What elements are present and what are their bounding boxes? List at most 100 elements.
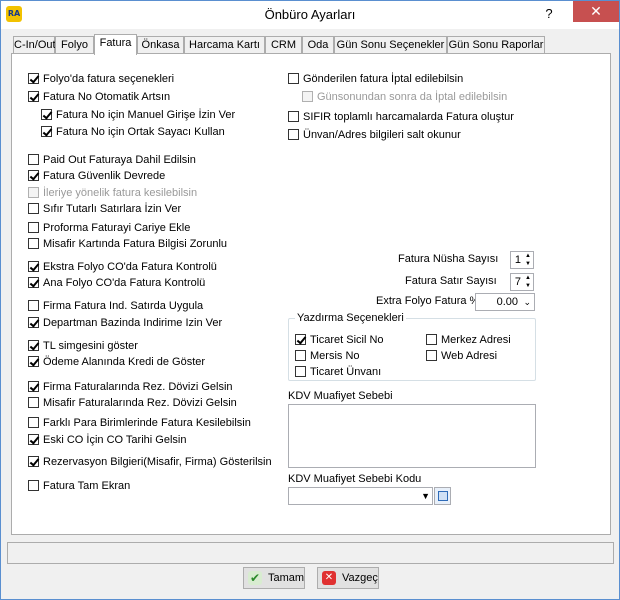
checkbox-box[interactable]: [28, 417, 39, 428]
checkbox-eski-co-tarihi[interactable]: Eski CO İçin CO Tarihi Gelsin: [28, 434, 186, 448]
checkbox-box[interactable]: [28, 154, 39, 165]
satir-spinner[interactable]: 7 ▲ ▼: [510, 273, 534, 291]
checkbox-label: Fatura Tam Ekran: [43, 480, 131, 492]
checkbox-label: Mersis No: [310, 350, 360, 362]
status-bar: [7, 542, 614, 564]
checkbox-misafir-karti-zorunlu[interactable]: Misafir Kartında Fatura Bilgisi Zorunlu: [28, 238, 227, 252]
checkbox-box[interactable]: [41, 109, 52, 120]
checkbox-box[interactable]: [28, 222, 39, 233]
checkbox-gunsonu-iptal: Günsonundan sonra da İptal edilebilsin: [302, 91, 507, 105]
checkbox-box[interactable]: [295, 334, 306, 345]
checkbox-manuel-giris[interactable]: Fatura No için Manuel Girişe İzin Ver: [41, 109, 235, 123]
checkbox-box[interactable]: [28, 317, 39, 328]
checkbox-box[interactable]: [28, 261, 39, 272]
close-button[interactable]: ✕: [573, 1, 619, 22]
extra-folyo-select[interactable]: 0.00 ⌄: [475, 293, 535, 311]
spin-up-icon[interactable]: ▲: [523, 274, 533, 282]
checkbox-box[interactable]: [426, 350, 437, 361]
checkbox-ana-folyo-co[interactable]: Ana Folyo CO'da Fatura Kontrolü: [28, 277, 205, 291]
tab-fatura[interactable]: Fatura: [94, 34, 137, 55]
checkbox-sifir-tutarli[interactable]: Sıfır Tutarlı Satırlara İzin Ver: [28, 203, 181, 217]
checkbox-box[interactable]: [28, 397, 39, 408]
checkbox-ticaret-sicil[interactable]: Ticaret Sicil No: [295, 334, 384, 348]
checkbox-box[interactable]: [28, 91, 39, 102]
checkbox-firma-fatura-ind[interactable]: Firma Fatura Ind. Satırda Uygula: [28, 300, 203, 314]
nusha-value: 1: [514, 254, 521, 266]
checkbox-fatura-guvenlik[interactable]: Fatura Güvenlik Devrede: [28, 170, 165, 184]
kdv-reason-textarea[interactable]: [288, 404, 536, 468]
checkbox-box[interactable]: [295, 350, 306, 361]
checkbox-unvan-salt-okunur[interactable]: Ünvan/Adres bilgileri salt okunur: [288, 129, 461, 143]
checkbox-box[interactable]: [28, 340, 39, 351]
checkbox-box[interactable]: [28, 277, 39, 288]
checkbox-box[interactable]: [28, 73, 39, 84]
checkbox-label: Günsonundan sonra da İptal edilebilsin: [317, 91, 508, 103]
checkbox-tl-simgesi[interactable]: TL simgesini göster: [28, 340, 138, 354]
checkbox-departman-indirim[interactable]: Departman Bazinda Indirime Izin Ver: [28, 317, 222, 331]
checkbox-box[interactable]: [288, 111, 299, 122]
ok-button[interactable]: ✔ Tamam: [243, 567, 305, 589]
checkbox-fatura-no-otomatik[interactable]: Fatura No Otomatik Artsın: [28, 91, 170, 105]
tab-gun-sonu-secenekler[interactable]: Gün Sonu Seçenekler: [334, 36, 447, 54]
checkbox-label: Ticaret Ünvanı: [310, 366, 382, 378]
lookup-button[interactable]: [434, 487, 451, 505]
checkbox-label: Web Adresi: [441, 350, 498, 362]
checkbox-box[interactable]: [41, 126, 52, 137]
checkbox-box[interactable]: [288, 129, 299, 140]
checkbox-proforma[interactable]: Proforma Faturayi Cariye Ekle: [28, 222, 190, 236]
tab-harcama-karti[interactable]: Harcama Kartı: [184, 36, 265, 54]
checkbox-rezervasyon-bilgileri[interactable]: Rezervasyon Bilgieri(Misafir, Firma) Gös…: [28, 456, 272, 470]
checkbox-label: Fatura No için Ortak Sayacı Kullan: [56, 126, 225, 138]
checkbox-ortak-sayac[interactable]: Fatura No için Ortak Sayacı Kullan: [41, 126, 225, 140]
tab-onkasa[interactable]: Önkasa: [137, 36, 184, 54]
tab-oda[interactable]: Oda: [302, 36, 334, 54]
checkbox-fatura-tam-ekran[interactable]: Fatura Tam Ekran: [28, 480, 130, 494]
checkbox-gonderilen-iptal[interactable]: Gönderilen fatura İptal edilebilsin: [288, 73, 463, 87]
tab-c-in-out[interactable]: C-In/Out: [13, 36, 56, 54]
checkbox-ticaret-unvani[interactable]: Ticaret Ünvanı: [295, 366, 381, 380]
checkbox-paid-out[interactable]: Paid Out Faturaya Dahil Edilsin: [28, 154, 196, 168]
checkbox-web-adresi[interactable]: Web Adresi: [426, 350, 497, 364]
settings-window: RA Önbüro Ayarları ? ✕ C-In/Out Folyo Fa…: [0, 0, 620, 600]
checkbox-box[interactable]: [28, 238, 39, 249]
checkbox-merkez-adresi[interactable]: Merkez Adresi: [426, 334, 511, 348]
chevron-down-icon[interactable]: ⌄: [523, 294, 531, 310]
cancel-button[interactable]: ✕ Vazgeç: [317, 567, 379, 589]
tab-folyo[interactable]: Folyo: [55, 36, 94, 54]
checkbox-mersis[interactable]: Mersis No: [295, 350, 360, 364]
chevron-down-icon[interactable]: ▼: [421, 488, 430, 504]
spin-down-icon[interactable]: ▼: [523, 260, 533, 268]
checkbox-farkli-para-birimi[interactable]: Farklı Para Birimlerinde Fatura Kesilebi…: [28, 417, 251, 431]
nusha-spinner[interactable]: 1 ▲ ▼: [510, 251, 534, 269]
checkbox-box[interactable]: [28, 480, 39, 491]
checkbox-box[interactable]: [28, 434, 39, 445]
lookup-icon: [438, 491, 448, 501]
checkbox-box[interactable]: [28, 456, 39, 467]
checkbox-folyo-fatura-secenekleri[interactable]: Folyo'da fatura seçenekleri: [28, 73, 174, 87]
checkbox-box[interactable]: [295, 366, 306, 377]
checkbox-label: Fatura No Otomatik Artsın: [43, 91, 171, 103]
kdv-code-select[interactable]: ▼: [288, 487, 433, 505]
checkbox-firma-rez-doviz[interactable]: Firma Faturalarında Rez. Dövizi Gelsin: [28, 381, 233, 395]
checkbox-ekstra-folyo-co[interactable]: Ekstra Folyo CO'da Fatura Kontrolü: [28, 261, 217, 275]
checkbox-box: [302, 91, 313, 102]
checkbox-label: Fatura Güvenlik Devrede: [43, 170, 166, 182]
checkbox-label: Ticaret Sicil No: [310, 334, 384, 346]
checkbox-box[interactable]: [28, 170, 39, 181]
tab-gun-sonu-raporlar[interactable]: Gün Sonu Raporlar: [447, 36, 545, 54]
checkbox-box[interactable]: [28, 203, 39, 214]
spin-up-icon[interactable]: ▲: [523, 252, 533, 260]
checkbox-odeme-kredi[interactable]: Ödeme Alanında Kredi de Göster: [28, 356, 205, 370]
checkbox-box[interactable]: [426, 334, 437, 345]
help-button[interactable]: ?: [541, 6, 557, 22]
window-title: Önbüro Ayarları: [264, 7, 356, 22]
checkbox-box[interactable]: [288, 73, 299, 84]
checkbox-box[interactable]: [28, 300, 39, 311]
checkbox-misafir-rez-doviz[interactable]: Misafir Faturalarında Rez. Dövizi Gelsin: [28, 397, 237, 411]
checkbox-box[interactable]: [28, 356, 39, 367]
spin-down-icon[interactable]: ▼: [523, 282, 533, 290]
checkbox-box[interactable]: [28, 381, 39, 392]
tab-crm[interactable]: CRM: [265, 36, 302, 54]
checkbox-sifir-toplamli[interactable]: SIFIR toplamlı harcamalarda Fatura oluşt…: [288, 111, 514, 125]
checkbox-label: Misafir Faturalarında Rez. Dövizi Gelsin: [43, 397, 237, 409]
